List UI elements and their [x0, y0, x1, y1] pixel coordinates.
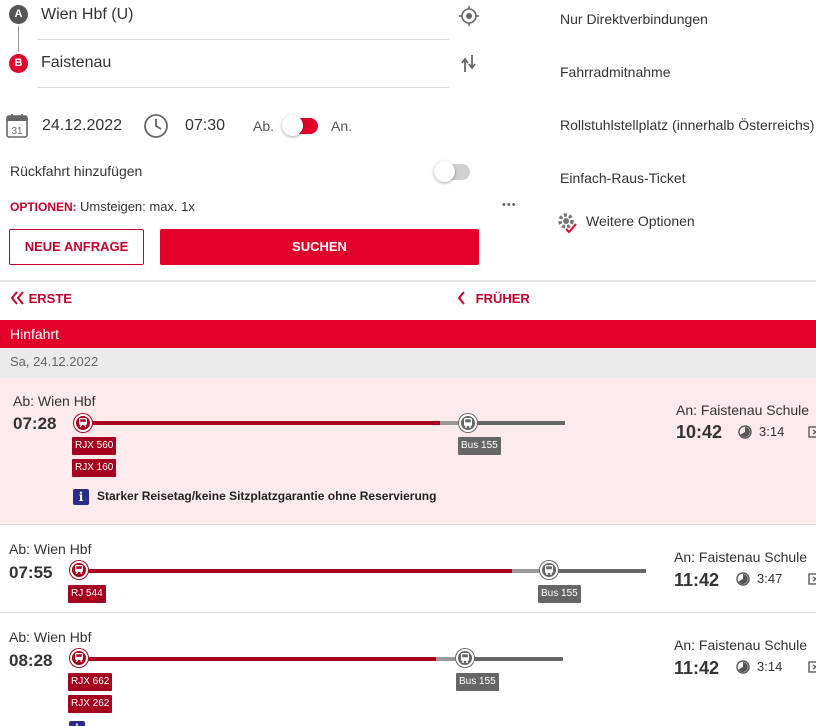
filter-bike[interactable]: Fahrradmitnahme — [560, 64, 671, 80]
train-tag[interactable]: RJX 160 — [72, 459, 117, 477]
bus-segment — [472, 657, 563, 661]
train-icon — [70, 649, 88, 667]
arrival-time: 11:42 — [674, 570, 720, 590]
toggle-knob — [282, 115, 303, 136]
bus-icon — [540, 561, 558, 579]
train-tag[interactable]: RJX 560 — [72, 437, 117, 455]
crosshair-icon[interactable] — [458, 5, 480, 27]
bus-segment — [472, 421, 565, 425]
to-input-underline — [38, 87, 449, 88]
duration: 3:14 — [759, 424, 785, 439]
expand-details-icon[interactable] — [806, 659, 816, 675]
date-header: Sa, 24.12.2022 — [0, 348, 816, 378]
route-connector-line — [18, 26, 19, 52]
calendar-icon[interactable]: 31 — [6, 113, 28, 139]
bus-tag[interactable]: Bus 155 — [456, 673, 499, 691]
first-link[interactable]: ERSTE — [10, 291, 72, 306]
clock-icon[interactable] — [143, 113, 169, 139]
options-summary[interactable]: OPTIONEN: Umsteigen: max. 1x — [10, 199, 195, 214]
arrival-time: 11:42 — [674, 658, 720, 678]
bus-tag[interactable]: Bus 155 — [458, 437, 501, 455]
arrival-label: An. — [331, 118, 353, 134]
transfer-segment — [436, 657, 456, 661]
arrival-station: An: Faistenau Schule — [674, 637, 808, 653]
more-options-link[interactable]: Weitere Optionen — [586, 213, 695, 229]
train-segment — [82, 569, 512, 573]
transfer-segment — [440, 421, 460, 425]
connection-row[interactable]: Ab: Wien Hbf 07:28 RJX 560 RJX 160 Bus 1… — [0, 378, 816, 524]
train-tag[interactable]: RJ 544 — [68, 585, 106, 603]
section-divider — [0, 280, 816, 282]
filter-wheelchair[interactable]: Rollstuhlstellplatz (innerhalb Österreic… — [560, 117, 814, 133]
connection-row[interactable]: Ab: Wien Hbf 07:55 RJ 544 Bus 155 An: Fa… — [0, 524, 816, 612]
toggle-knob — [434, 161, 455, 182]
filter-einfach-raus[interactable]: Einfach-Raus-Ticket — [560, 170, 686, 186]
to-station-input[interactable]: Faistenau — [41, 54, 111, 72]
outbound-header: Hinfahrt — [0, 320, 816, 348]
departure-label: Ab. — [253, 118, 275, 134]
duration: 3:14 — [757, 659, 783, 674]
expand-details-icon[interactable] — [806, 424, 816, 440]
date-field[interactable]: 24.12.2022 — [42, 117, 122, 135]
options-value: Umsteigen: max. 1x — [80, 199, 195, 214]
chevron-left-icon — [456, 291, 470, 306]
from-input-underline — [38, 39, 449, 40]
earlier-label: FRÜHER — [475, 291, 530, 306]
duration-pie-icon — [736, 660, 750, 674]
bus-icon — [456, 649, 474, 667]
from-station-input[interactable]: Wien Hbf (U) — [41, 6, 133, 24]
departure-time: 07:28 — [13, 414, 57, 433]
swap-arrows-icon[interactable] — [459, 52, 479, 74]
info-icon: i — [69, 721, 85, 726]
transfer-segment — [512, 569, 540, 573]
bus-tag[interactable]: Bus 155 — [538, 585, 581, 603]
duration-pie-icon — [738, 425, 752, 439]
duration: 3:47 — [757, 571, 783, 586]
return-trip-label: Rückfahrt hinzufügen — [10, 163, 143, 179]
bus-icon — [459, 414, 477, 432]
departure-station: Ab: Wien Hbf — [9, 541, 92, 557]
duration-pie-icon — [736, 572, 750, 586]
train-icon — [70, 561, 88, 579]
train-segment — [86, 421, 440, 425]
arrival-station: An: Faistenau Schule — [676, 402, 810, 418]
departure-time: 07:55 — [9, 563, 53, 582]
more-options-dots[interactable]: ••• — [502, 199, 517, 211]
time-field[interactable]: 07:30 — [185, 117, 225, 135]
train-tag[interactable]: RJX 262 — [68, 695, 113, 713]
earlier-link[interactable]: FRÜHER — [456, 291, 530, 306]
travel-notice: Starker Reisetag/keine Sitzplatzgarantie… — [97, 489, 437, 503]
filter-direct-only[interactable]: Nur Direktverbindungen — [560, 11, 708, 27]
arrival-time: 10:42 — [676, 422, 723, 442]
double-chevron-left-icon — [10, 291, 29, 306]
first-label: ERSTE — [28, 291, 72, 306]
train-icon — [74, 414, 92, 432]
destination-marker: B — [9, 54, 28, 73]
departure-station: Ab: Wien Hbf — [13, 393, 96, 409]
info-icon: i — [73, 489, 89, 505]
new-request-button[interactable]: NEUE ANFRAGE — [9, 229, 144, 265]
departure-arrival-toggle[interactable] — [282, 115, 318, 136]
arrival-station: An: Faistenau Schule — [674, 549, 808, 565]
expand-details-icon[interactable] — [806, 571, 816, 587]
svg-text:31: 31 — [11, 126, 23, 137]
origin-marker: A — [9, 5, 28, 24]
train-segment — [82, 657, 436, 661]
train-tag[interactable]: RJX 662 — [68, 673, 113, 691]
options-label: OPTIONEN: — [10, 200, 77, 214]
bus-segment — [556, 569, 646, 573]
departure-station: Ab: Wien Hbf — [9, 629, 92, 645]
departure-time: 08:28 — [9, 651, 53, 670]
connection-row[interactable]: Ab: Wien Hbf 08:28 RJX 662 RJX 262 Bus 1… — [0, 612, 816, 726]
return-trip-toggle[interactable] — [434, 161, 470, 182]
gear-check-icon[interactable] — [556, 211, 578, 234]
search-button[interactable]: SUCHEN — [160, 229, 479, 265]
